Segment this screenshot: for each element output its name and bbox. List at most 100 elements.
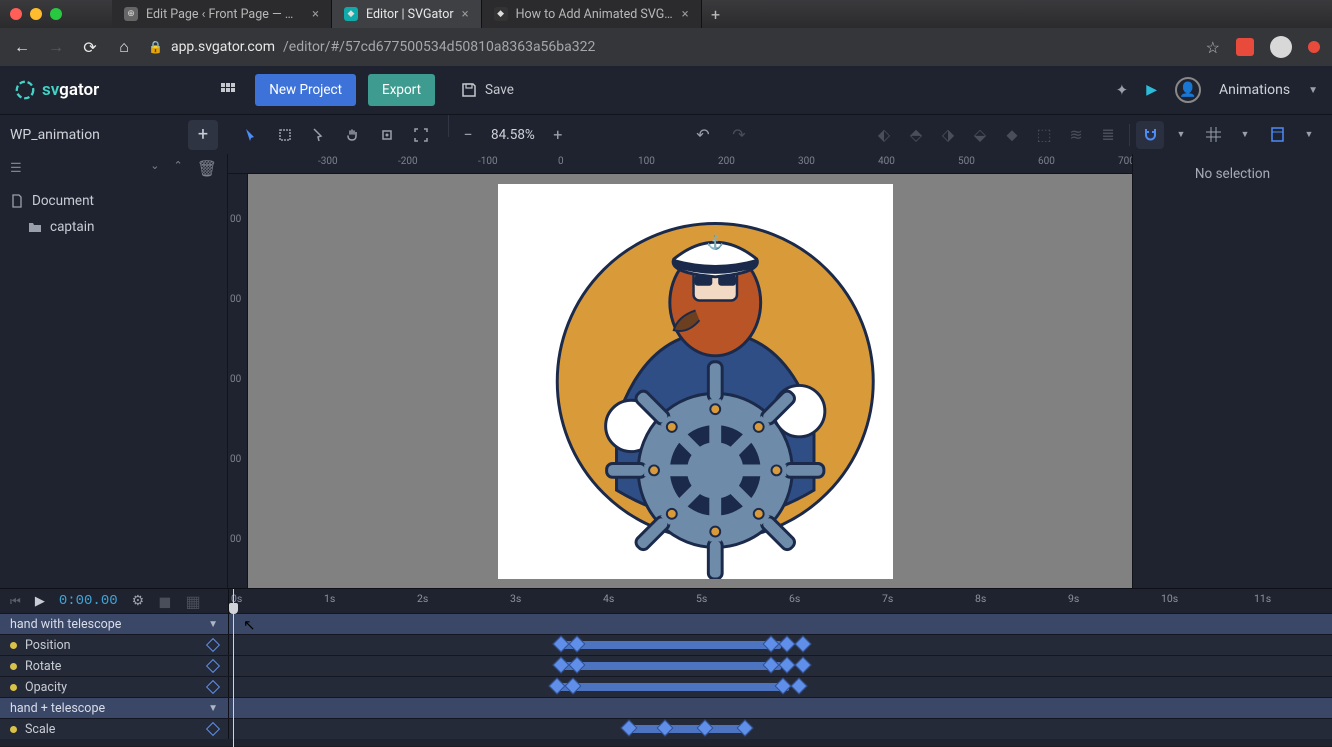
keyframe-icon[interactable] [779,636,796,653]
tree-item-captain[interactable]: captain [0,214,227,240]
address-bar[interactable]: 🔒 app.svgator.com/editor/#/57cd677500534… [148,39,595,55]
timeline-marker-b-icon[interactable]: ▦ [185,592,200,611]
add-keyframe-icon[interactable] [206,638,220,652]
project-name[interactable]: WP_animation [10,127,100,143]
timeline-track-rotate[interactable]: Rotate [0,655,1332,676]
align-left-icon[interactable]: ⬖ [869,120,899,150]
timeline-track-opacity[interactable]: Opacity [0,676,1332,697]
align-middle-icon[interactable]: ⬥ [997,120,1027,150]
align-center-h-icon[interactable]: ⬘ [901,120,931,150]
keyframe-toggle-icon[interactable] [10,726,17,733]
export-button[interactable]: Export [368,74,435,106]
timeline-track-group[interactable]: hand with telescope▼ [0,613,1332,634]
node-tool-icon[interactable] [304,120,334,150]
chevron-down-icon[interactable]: ▼ [1308,85,1318,96]
keyframe-toggle-icon[interactable] [10,642,17,649]
keyframe-icon[interactable] [553,636,570,653]
distribute-h-icon[interactable]: ≋ [1061,120,1091,150]
keyframe-icon[interactable] [795,636,812,653]
align-right-icon[interactable]: ⬗ [933,120,963,150]
add-keyframe-icon[interactable] [206,722,220,736]
apps-grid-icon[interactable] [213,75,243,105]
keyframe-icon[interactable] [795,657,812,674]
new-project-button[interactable]: New Project [255,74,356,106]
preview-play-icon[interactable]: ▶ [1146,82,1157,98]
tab-close-icon[interactable]: × [682,7,689,22]
align-bottom-icon[interactable]: ⬚ [1029,120,1059,150]
pan-hand-icon[interactable] [338,120,368,150]
minimize-window-icon[interactable] [30,8,42,20]
zoom-out-button[interactable]: − [453,120,483,150]
undo-button[interactable]: ↶ [688,120,718,150]
collapse-up-icon[interactable]: ⌃ [173,159,182,178]
keyframe-icon[interactable] [737,720,754,737]
timeline-settings-icon[interactable]: ⚙ [132,593,145,609]
keyframe-icon[interactable] [697,720,714,737]
maximize-window-icon[interactable] [50,8,62,20]
reload-button[interactable]: ⟳ [80,38,100,57]
user-menu-label[interactable]: Animations [1219,82,1290,98]
keyframe-segment[interactable] [561,641,781,649]
keyframe-segment[interactable] [557,683,789,691]
fit-screen-icon[interactable] [406,120,436,150]
chevron-down-icon[interactable]: ▼ [208,619,218,630]
browser-tab[interactable]: ◆ How to Add Animated SVG to W… × [482,0,702,28]
keyframe-icon[interactable] [763,657,780,674]
save-button[interactable]: Save [447,74,528,106]
keyframe-icon[interactable] [775,678,792,695]
keyframe-icon[interactable] [791,678,808,695]
grid-menu-chevron-icon[interactable]: ▼ [1230,120,1260,150]
snap-menu-chevron-icon[interactable]: ▼ [1166,120,1196,150]
transform-tool-icon[interactable] [270,120,300,150]
grid-toggle-icon[interactable] [1198,120,1228,150]
keyframe-icon[interactable] [621,720,638,737]
crop-tool-icon[interactable] [372,120,402,150]
timeline-track-group[interactable]: hand + telescope▼ [0,697,1332,718]
tab-close-icon[interactable]: × [312,7,319,22]
app-logo[interactable]: svgator [14,79,99,101]
add-element-button[interactable]: + [188,120,218,150]
keyframe-icon[interactable] [569,636,586,653]
keyframe-icon[interactable] [569,657,586,674]
browser-tab-active[interactable]: ◆ Editor | SVGator × [332,0,482,28]
keyframe-segment[interactable] [629,725,744,733]
timeline-ruler[interactable]: 0s 1s 2s 3s 4s 5s 6s 7s 8s 9s 10s 11s [228,589,1332,613]
timeline-play-button[interactable]: ▶ [35,594,45,609]
keyframe-icon[interactable] [779,657,796,674]
canvas-viewport[interactable]: ⚓ [248,174,1132,588]
keyframe-icon[interactable] [657,720,674,737]
bookmark-star-icon[interactable]: ☆ [1206,38,1220,57]
keyframe-toggle-icon[interactable] [10,684,17,691]
timeline-marker-a-icon[interactable]: ◼ [158,592,171,611]
ruler-vertical[interactable]: 00 00 00 00 00 [228,174,248,588]
zoom-level[interactable]: 84.58% [485,127,541,143]
new-tab-button[interactable]: + [702,0,730,28]
timeline-track-scale[interactable]: Scale [0,718,1332,739]
forward-button[interactable]: → [46,37,66,57]
align-top-icon[interactable]: ⬙ [965,120,995,150]
timeline-track-position[interactable]: Position [0,634,1332,655]
select-tool-icon[interactable] [236,120,266,150]
back-button[interactable]: ← [12,37,32,57]
record-indicator-icon[interactable] [1308,41,1320,53]
keyframe-segment[interactable] [561,662,781,670]
timeline-timecode[interactable]: 0:00.00 [59,593,118,609]
guides-toggle-icon[interactable] [1262,120,1292,150]
guides-menu-chevron-icon[interactable]: ▼ [1294,120,1324,150]
timeline-rewind-icon[interactable]: ⏮ [10,594,21,609]
snap-magnet-icon[interactable] [1136,121,1164,149]
tab-close-icon[interactable]: × [462,7,469,22]
keyframe-toggle-icon[interactable] [10,663,17,670]
panel-sort-icon[interactable]: ☰ [10,161,22,176]
distribute-v-icon[interactable]: ≣ [1093,120,1123,150]
keyframe-icon[interactable] [549,678,566,695]
timeline-playhead[interactable] [233,589,234,747]
extension-icon[interactable] [1236,38,1254,56]
user-avatar-icon[interactable]: 👤 [1175,77,1201,103]
add-keyframe-icon[interactable] [206,659,220,673]
add-keyframe-icon[interactable] [206,680,220,694]
zoom-in-button[interactable]: + [543,120,573,150]
chevron-down-icon[interactable]: ▼ [208,703,218,714]
keyframe-icon[interactable] [763,636,780,653]
artboard[interactable]: ⚓ [498,184,893,579]
